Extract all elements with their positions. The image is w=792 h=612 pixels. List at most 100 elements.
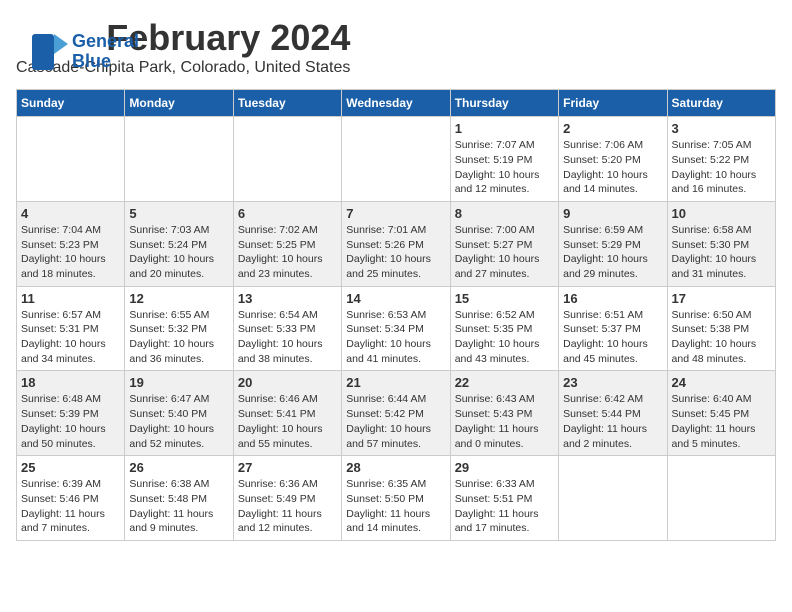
calendar-cell [342,117,450,202]
day-detail: Sunrise: 6:51 AMSunset: 5:37 PMDaylight:… [563,308,662,367]
day-detail: Sunrise: 6:40 AMSunset: 5:45 PMDaylight:… [672,392,771,451]
day-number: 15 [455,291,554,306]
calendar-cell: 10 Sunrise: 6:58 AMSunset: 5:30 PMDayligh… [667,201,775,286]
day-number: 22 [455,375,554,390]
day-detail: Sunrise: 6:58 AMSunset: 5:30 PMDaylight:… [672,223,771,282]
calendar-cell: 26 Sunrise: 6:38 AMSunset: 5:48 PMDayligh… [125,456,233,541]
day-number: 7 [346,206,445,221]
calendar-cell: 29Sunrise: 6:33 AMSunset: 5:51 PMDayligh… [450,456,558,541]
day-number: 14 [346,291,445,306]
day-number: 29 [455,460,554,475]
day-detail: Sunrise: 6:36 AMSunset: 5:49 PMDaylight:… [238,477,337,536]
weekday-header: Thursday [450,90,558,117]
calendar-cell: 15 Sunrise: 6:52 AMSunset: 5:35 PMDayligh… [450,286,558,371]
day-detail: Sunrise: 7:07 AMSunset: 5:19 PMDaylight:… [455,138,554,197]
day-number: 4 [21,206,120,221]
day-number: 5 [129,206,228,221]
day-detail: Sunrise: 6:59 AMSunset: 5:29 PMDaylight:… [563,223,662,282]
calendar-week-row: 18Sunrise: 6:48 AMSunset: 5:39 PMDayligh… [17,371,776,456]
day-detail: Sunrise: 7:03 AMSunset: 5:24 PMDaylight:… [129,223,228,282]
day-detail: Sunrise: 6:42 AMSunset: 5:44 PMDaylight:… [563,392,662,451]
weekday-header-row: SundayMondayTuesdayWednesdayThursdayFrid… [17,90,776,117]
weekday-header: Wednesday [342,90,450,117]
calendar-week-row: 1 Sunrise: 7:07 AMSunset: 5:19 PMDaylight… [17,117,776,202]
day-detail: Sunrise: 6:57 AMSunset: 5:31 PMDaylight:… [21,308,120,367]
calendar-cell: 16 Sunrise: 6:51 AMSunset: 5:37 PMDayligh… [559,286,667,371]
calendar-cell: 23 Sunrise: 6:42 AMSunset: 5:44 PMDayligh… [559,371,667,456]
day-detail: Sunrise: 6:43 AMSunset: 5:43 PMDaylight:… [455,392,554,451]
calendar-cell: 20Sunrise: 6:46 AMSunset: 5:41 PMDayligh… [233,371,341,456]
calendar-cell: 18Sunrise: 6:48 AMSunset: 5:39 PMDayligh… [17,371,125,456]
calendar-cell [667,456,775,541]
day-detail: Sunrise: 6:50 AMSunset: 5:38 PMDaylight:… [672,308,771,367]
day-number: 24 [672,375,771,390]
day-detail: Sunrise: 6:44 AMSunset: 5:42 PMDaylight:… [346,392,445,451]
calendar-cell: 7 Sunrise: 7:01 AMSunset: 5:26 PMDaylight… [342,201,450,286]
day-detail: Sunrise: 7:02 AMSunset: 5:25 PMDaylight:… [238,223,337,282]
day-detail: Sunrise: 6:55 AMSunset: 5:32 PMDaylight:… [129,308,228,367]
calendar-cell [17,117,125,202]
calendar-cell: 6 Sunrise: 7:02 AMSunset: 5:25 PMDaylight… [233,201,341,286]
calendar-cell: 12 Sunrise: 6:55 AMSunset: 5:32 PMDayligh… [125,286,233,371]
day-number: 12 [129,291,228,306]
day-number: 20 [238,375,337,390]
day-number: 2 [563,121,662,136]
day-number: 10 [672,206,771,221]
day-number: 8 [455,206,554,221]
calendar-cell: 13Sunrise: 6:54 AMSunset: 5:33 PMDayligh… [233,286,341,371]
day-number: 28 [346,460,445,475]
calendar-cell: 25 Sunrise: 6:39 AMSunset: 5:46 PMDayligh… [17,456,125,541]
day-detail: Sunrise: 6:39 AMSunset: 5:46 PMDaylight:… [21,477,120,536]
calendar-week-row: 4 Sunrise: 7:04 AMSunset: 5:23 PMDaylight… [17,201,776,286]
weekday-header: Friday [559,90,667,117]
day-detail: Sunrise: 6:38 AMSunset: 5:48 PMDaylight:… [129,477,228,536]
calendar-cell: 8Sunrise: 7:00 AMSunset: 5:27 PMDaylight… [450,201,558,286]
weekday-header: Saturday [667,90,775,117]
calendar-cell: 22 Sunrise: 6:43 AMSunset: 5:43 PMDayligh… [450,371,558,456]
day-number: 11 [21,291,120,306]
day-detail: Sunrise: 6:54 AMSunset: 5:33 PMDaylight:… [238,308,337,367]
weekday-header: Tuesday [233,90,341,117]
logo-line2: Blue [72,52,139,72]
day-number: 1 [455,121,554,136]
calendar-cell: 14 Sunrise: 6:53 AMSunset: 5:34 PMDayligh… [342,286,450,371]
day-detail: Sunrise: 6:53 AMSunset: 5:34 PMDaylight:… [346,308,445,367]
calendar-week-row: 11 Sunrise: 6:57 AMSunset: 5:31 PMDayligh… [17,286,776,371]
day-detail: Sunrise: 6:35 AMSunset: 5:50 PMDaylight:… [346,477,445,536]
calendar-cell: 3 Sunrise: 7:05 AMSunset: 5:22 PMDaylight… [667,117,775,202]
day-number: 23 [563,375,662,390]
calendar-cell: 24 Sunrise: 6:40 AMSunset: 5:45 PMDayligh… [667,371,775,456]
calendar-cell: 28 Sunrise: 6:35 AMSunset: 5:50 PMDayligh… [342,456,450,541]
day-detail: Sunrise: 6:47 AMSunset: 5:40 PMDaylight:… [129,392,228,451]
day-detail: Sunrise: 6:48 AMSunset: 5:39 PMDaylight:… [21,392,120,451]
day-number: 19 [129,375,228,390]
day-number: 16 [563,291,662,306]
day-number: 17 [672,291,771,306]
calendar-cell [125,117,233,202]
day-number: 6 [238,206,337,221]
calendar-cell: 4 Sunrise: 7:04 AMSunset: 5:23 PMDaylight… [17,201,125,286]
day-number: 21 [346,375,445,390]
calendar-cell: 21 Sunrise: 6:44 AMSunset: 5:42 PMDayligh… [342,371,450,456]
day-detail: Sunrise: 7:06 AMSunset: 5:20 PMDaylight:… [563,138,662,197]
weekday-header: Sunday [17,90,125,117]
logo: General Blue [32,32,139,72]
day-number: 9 [563,206,662,221]
day-detail: Sunrise: 7:05 AMSunset: 5:22 PMDaylight:… [672,138,771,197]
weekday-header: Monday [125,90,233,117]
day-detail: Sunrise: 7:04 AMSunset: 5:23 PMDaylight:… [21,223,120,282]
calendar-cell [559,456,667,541]
calendar-cell: 9 Sunrise: 6:59 AMSunset: 5:29 PMDaylight… [559,201,667,286]
day-detail: Sunrise: 7:01 AMSunset: 5:26 PMDaylight:… [346,223,445,282]
calendar-table: SundayMondayTuesdayWednesdayThursdayFrid… [16,89,776,541]
day-number: 26 [129,460,228,475]
calendar-cell: 19 Sunrise: 6:47 AMSunset: 5:40 PMDayligh… [125,371,233,456]
calendar-week-row: 25 Sunrise: 6:39 AMSunset: 5:46 PMDayligh… [17,456,776,541]
calendar-cell [233,117,341,202]
calendar-cell: 27 Sunrise: 6:36 AMSunset: 5:49 PMDayligh… [233,456,341,541]
calendar-cell: 5 Sunrise: 7:03 AMSunset: 5:24 PMDaylight… [125,201,233,286]
day-detail: Sunrise: 6:52 AMSunset: 5:35 PMDaylight:… [455,308,554,367]
day-number: 3 [672,121,771,136]
day-number: 27 [238,460,337,475]
day-number: 25 [21,460,120,475]
